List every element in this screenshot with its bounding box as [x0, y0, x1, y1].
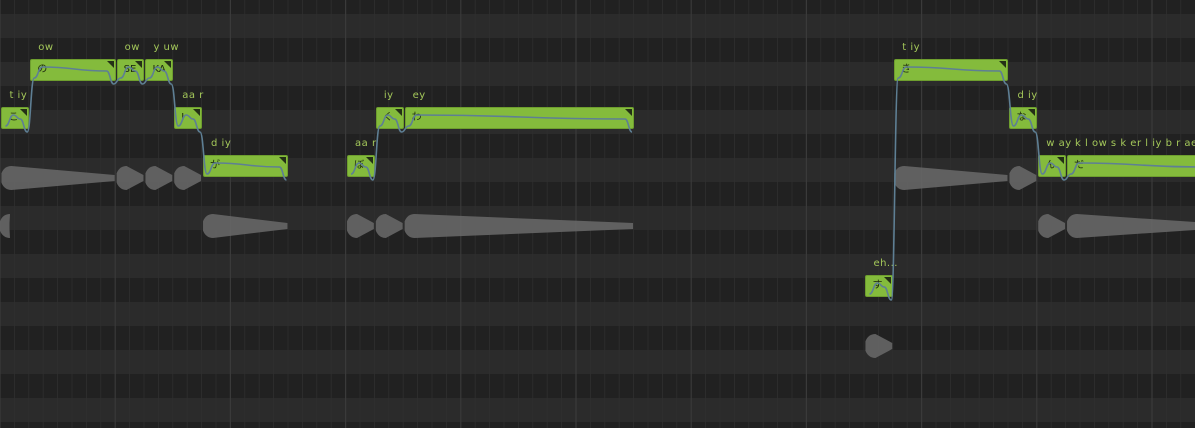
pitch-curve	[5, 66, 287, 181]
pitch-curve	[869, 66, 1195, 301]
piano-roll-editor[interactable]: こt iy の ow SE ow KA y uw Iaa rがd iy ぼ aa r く iy わ ey す…	[0, 0, 1195, 428]
pitch-curve-layer	[5, 66, 1195, 301]
pitch-curve	[350, 114, 633, 181]
